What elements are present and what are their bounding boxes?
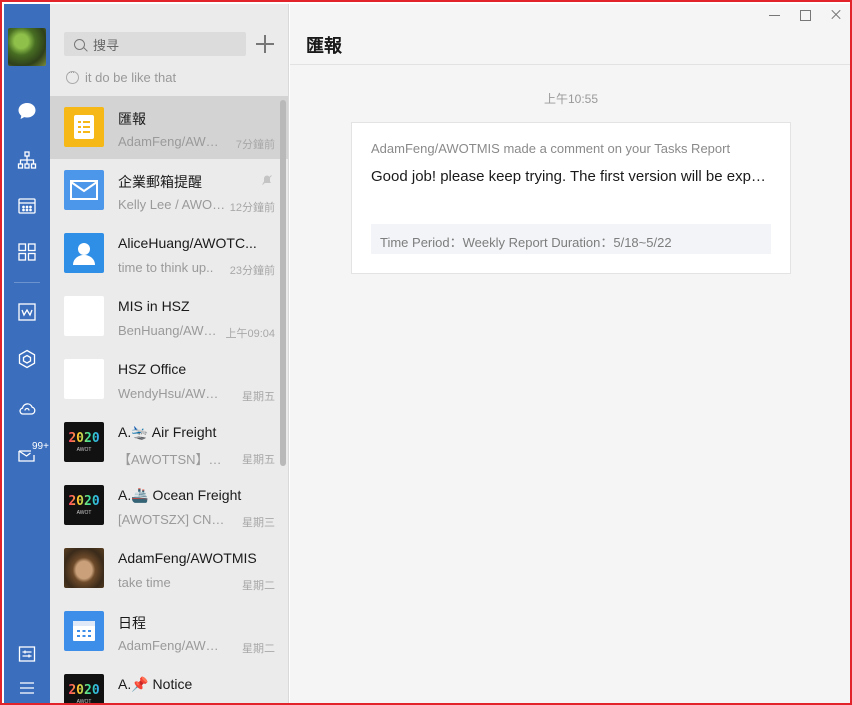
conversation-time: 7分鐘前: [235, 139, 275, 151]
mail-badge: 99+: [32, 441, 49, 452]
user-avatar[interactable]: [8, 28, 46, 66]
group-2020-avatar: 2020 AWOT: [64, 422, 104, 462]
card-body: Good job! please keep trying. The first …: [371, 168, 773, 185]
conversation-name: 日程: [118, 615, 146, 631]
chat-title: 匯報: [306, 36, 342, 56]
conversation-name: A.🚢 Ocean Freight: [118, 487, 242, 503]
conversation-time: 星期三: [242, 517, 275, 529]
conversation-list-panel: 搜寻 it do be like that 匯報 AdamFeng/AWOTMIS…: [50, 4, 289, 703]
conversation-item[interactable]: MIS in HSZ BenHuang/AWOTMIS上午09:04: [50, 285, 288, 348]
conversation-name: 企業郵箱提醒: [118, 174, 202, 190]
conversation-time: 星期二: [242, 580, 275, 592]
maximize-button[interactable]: [798, 8, 812, 22]
conversation-preview: AdamFeng/AWOTMIS: [118, 638, 226, 653]
conversation-list: 匯報 AdamFeng/AWOTMIS made a comment 7分鐘前企業郵…: [50, 96, 288, 703]
conversation-name: MIS in HSZ: [118, 298, 190, 314]
conversation-time: 23分鐘前: [229, 265, 275, 277]
conversation-item[interactable]: 日程 AdamFeng/AWOTMIS 星期二: [50, 600, 288, 663]
menu-icon[interactable]: [15, 676, 39, 700]
conversation-preview: AdamFeng/AWOTMIS made a comment: [118, 134, 226, 149]
settings-icon[interactable]: [15, 642, 39, 666]
conversation-time: 12分鐘前: [229, 202, 275, 214]
envelope-icon: [64, 170, 104, 210]
conversation-item[interactable]: 匯報 AdamFeng/AWOTMIS made a comment 7分鐘前: [50, 96, 288, 159]
conversation-preview: 【AWOTTSN】CV ...: [118, 452, 226, 467]
apps-grid-icon[interactable]: [15, 240, 39, 264]
cube-icon[interactable]: [15, 347, 39, 371]
conversation-name: AliceHuang/AWOTC...: [118, 235, 257, 251]
conversation-name: A.📌 Notice: [118, 676, 193, 692]
conversation-preview: Thailand is updated: [118, 701, 226, 703]
list-scrollbar[interactable]: [280, 100, 286, 466]
conversation-item[interactable]: AliceHuang/AWOTC... time to think up.. 23分…: [50, 222, 288, 285]
conversation-time: 星期五: [242, 454, 275, 466]
group-avatar: [64, 296, 104, 336]
status-bubble-icon: [66, 67, 79, 84]
conversation-preview: BenHuang/AWOTMIS: [118, 323, 226, 338]
report-comment-card[interactable]: AdamFeng/AWOTMIS made a comment on your …: [351, 122, 791, 274]
conversation-preview: WendyHsu/AWOTHSZ: [118, 386, 226, 401]
status-text: it do be like that: [85, 70, 177, 85]
status-line[interactable]: it do be like that: [66, 67, 177, 85]
org-chart-icon[interactable]: [15, 148, 39, 172]
chat-header: 匯報: [290, 4, 850, 65]
group-avatar: [64, 359, 104, 399]
chat-icon[interactable]: [15, 99, 39, 123]
conversation-preview: time to think up..: [118, 260, 214, 275]
conversation-preview: [AWOTSZX] CNC ...: [118, 512, 226, 527]
report-icon: [64, 107, 104, 147]
conversation-item[interactable]: 2020AWOT A.🛬 Air Freight 【AWOTTSN】CV ... 星期…: [50, 411, 288, 474]
group-2020-avatar: 2020 AWOT: [64, 485, 104, 525]
conversation-time: 上午09:04: [225, 328, 275, 340]
w-doc-icon[interactable]: [15, 300, 39, 324]
conversation-name: HSZ Office: [118, 361, 187, 377]
mute-bell-icon: [261, 173, 273, 185]
rail-divider: [14, 282, 40, 283]
cloud-icon[interactable]: [15, 396, 39, 420]
conversation-preview: take time: [118, 575, 171, 590]
conversation-item[interactable]: AdamFeng/AWOTMIS take time 星期二: [50, 537, 288, 600]
card-meta: AdamFeng/AWOTMIS made a comment on your …: [371, 141, 731, 156]
search-placeholder: 搜寻: [93, 37, 120, 53]
minimize-button[interactable]: [768, 8, 782, 22]
message-timestamp: 上午10:55: [543, 92, 599, 106]
conversation-time: 星期五: [242, 391, 275, 403]
contact-avatar: [64, 548, 104, 588]
conversation-name: 匯報: [118, 111, 146, 127]
search-icon: [74, 38, 85, 50]
card-period: Time Period：Weekly Report Duration：5/18~…: [371, 224, 771, 254]
calendar-icon[interactable]: [15, 194, 39, 218]
nav-rail: 99+: [4, 4, 50, 703]
person-icon: [64, 233, 104, 273]
group-2020-avatar: 2020 AWOT: [64, 674, 104, 703]
conversation-preview: Kelly Lee / AWOT mail: [118, 197, 226, 212]
close-button[interactable]: [829, 8, 843, 22]
app-window: 99+ 搜寻 it do be like that 匯報 AdamFeng/AWO…: [0, 0, 852, 705]
conversation-time: 星期二: [242, 643, 275, 655]
conversation-item[interactable]: 2020AWOTA.📌 NoticeThailand is updated5/1…: [50, 663, 288, 703]
conversation-item[interactable]: 企業郵箱提醒 Kelly Lee / AWOT mail12分鐘前: [50, 159, 288, 222]
conversation-item[interactable]: HSZ Office WendyHsu/AWOTHSZ 星期五: [50, 348, 288, 411]
conversation-item[interactable]: 2020 AWOT A.🚢 Ocean Freight [AWOTSZX] CNC .…: [50, 474, 288, 537]
conversation-name: AdamFeng/AWOTMIS: [118, 550, 257, 566]
add-chat-button[interactable]: [254, 33, 276, 55]
search-input[interactable]: 搜寻: [64, 32, 246, 56]
schedule-icon: [64, 611, 104, 651]
chat-panel: 匯報 上午10:55 AdamFeng/AWOTMIS made a comme…: [290, 4, 850, 703]
conversation-name: A.🛬 Air Freight: [118, 424, 217, 440]
